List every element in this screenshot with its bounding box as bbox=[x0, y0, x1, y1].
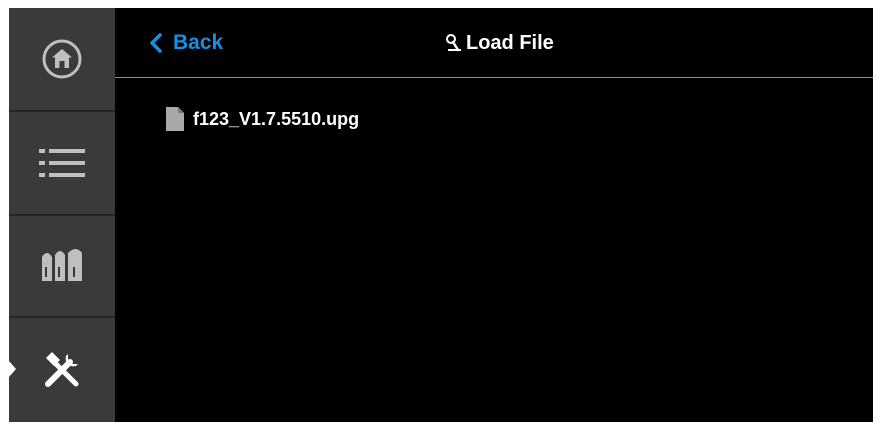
chevron-left-icon bbox=[150, 33, 162, 53]
back-button[interactable]: Back bbox=[149, 28, 223, 58]
screen: Back Load File f123_V1.7.5510.upg bbox=[9, 8, 873, 422]
page-title-group: Load File bbox=[445, 28, 554, 58]
file-icon bbox=[166, 107, 184, 131]
file-name: f123_V1.7.5510.upg bbox=[193, 108, 360, 129]
list-icon bbox=[39, 149, 85, 177]
sidebar-item-tools[interactable] bbox=[9, 318, 115, 422]
header-bar: Back Load File bbox=[115, 8, 873, 78]
wrench-icon bbox=[446, 34, 461, 52]
file-list: f123_V1.7.5510.upg bbox=[115, 78, 873, 422]
page-title: Load File bbox=[466, 31, 554, 54]
tools-icon bbox=[45, 352, 79, 387]
home-icon bbox=[42, 39, 82, 79]
sidebar bbox=[9, 8, 115, 422]
sidebar-item-home[interactable] bbox=[9, 8, 115, 112]
sidebar-item-inks[interactable] bbox=[9, 216, 115, 318]
list-item[interactable]: f123_V1.7.5510.upg bbox=[165, 106, 359, 132]
back-label: Back bbox=[173, 31, 224, 54]
active-indicator bbox=[9, 361, 16, 377]
sidebar-item-list[interactable] bbox=[9, 112, 115, 216]
ink-cartridges-icon bbox=[42, 249, 82, 281]
